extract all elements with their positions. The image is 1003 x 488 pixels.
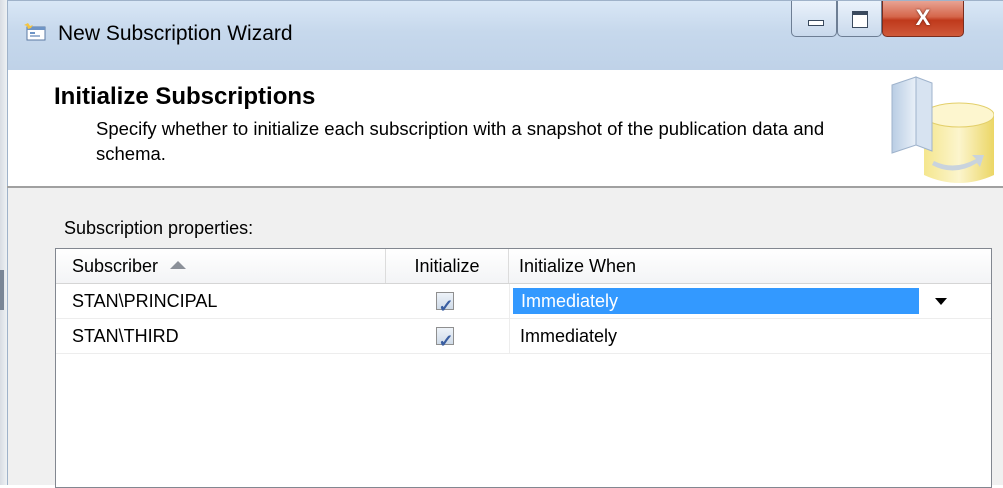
column-header-label: Subscriber (72, 256, 159, 276)
close-button[interactable]: X (882, 1, 964, 37)
initialize-when-dropdown[interactable]: Immediately (513, 288, 919, 314)
maximize-icon (852, 11, 868, 28)
dropdown-arrow-icon[interactable] (935, 298, 947, 305)
subscriber-cell: STAN\THIRD (72, 326, 179, 346)
minimize-icon (808, 20, 824, 26)
initialize-checkbox[interactable]: ✓ (436, 327, 454, 351)
subscription-properties-label: Subscription properties: (64, 218, 254, 238)
subscription-grid[interactable]: Subscriber Initialize Initialize When ST… (55, 248, 992, 488)
initialize-checkbox[interactable]: ✓ (436, 292, 454, 316)
initialize-when-cell[interactable]: Immediately (509, 319, 991, 353)
subscriber-cell: STAN\PRINCIPAL (72, 291, 218, 311)
title-bar[interactable]: New Subscription Wizard X (7, 0, 1003, 70)
minimize-button[interactable] (791, 1, 837, 37)
sort-ascending-icon (170, 261, 187, 270)
page-title: Initialize Subscriptions (54, 83, 316, 110)
close-icon: X (915, 5, 931, 30)
table-row[interactable]: STAN\PRINCIPAL ✓ Immediately (56, 284, 991, 319)
checkbox-checked-icon: ✓ (438, 331, 454, 351)
page-description: Specify whether to initialize each subsc… (96, 118, 825, 164)
database-book-icon (884, 75, 995, 187)
page-header: Initialize Subscriptions Specify whether… (7, 70, 1003, 186)
background-window-edge (0, 0, 7, 485)
wizard-app-icon (24, 23, 46, 41)
maximize-button[interactable] (837, 1, 882, 37)
column-header-subscriber[interactable]: Subscriber (56, 249, 386, 283)
checkbox-checked-icon: ✓ (438, 296, 454, 316)
wizard-content: Subscription properties: Subscriber Init… (7, 188, 1003, 488)
grid-header: Subscriber Initialize Initialize When (56, 249, 991, 284)
column-header-initialize[interactable]: Initialize (386, 249, 509, 283)
initialize-cell: ✓ (386, 284, 509, 318)
column-header-initialize-when[interactable]: Initialize When (509, 249, 991, 283)
initialize-when-cell: Immediately (509, 284, 991, 318)
initialize-cell: ✓ (386, 319, 509, 353)
table-row[interactable]: STAN\THIRD ✓ Immediately (56, 319, 991, 354)
wizard-window: New Subscription Wizard X Initialize Sub… (7, 0, 1003, 488)
window-title: New Subscription Wizard (58, 22, 293, 45)
